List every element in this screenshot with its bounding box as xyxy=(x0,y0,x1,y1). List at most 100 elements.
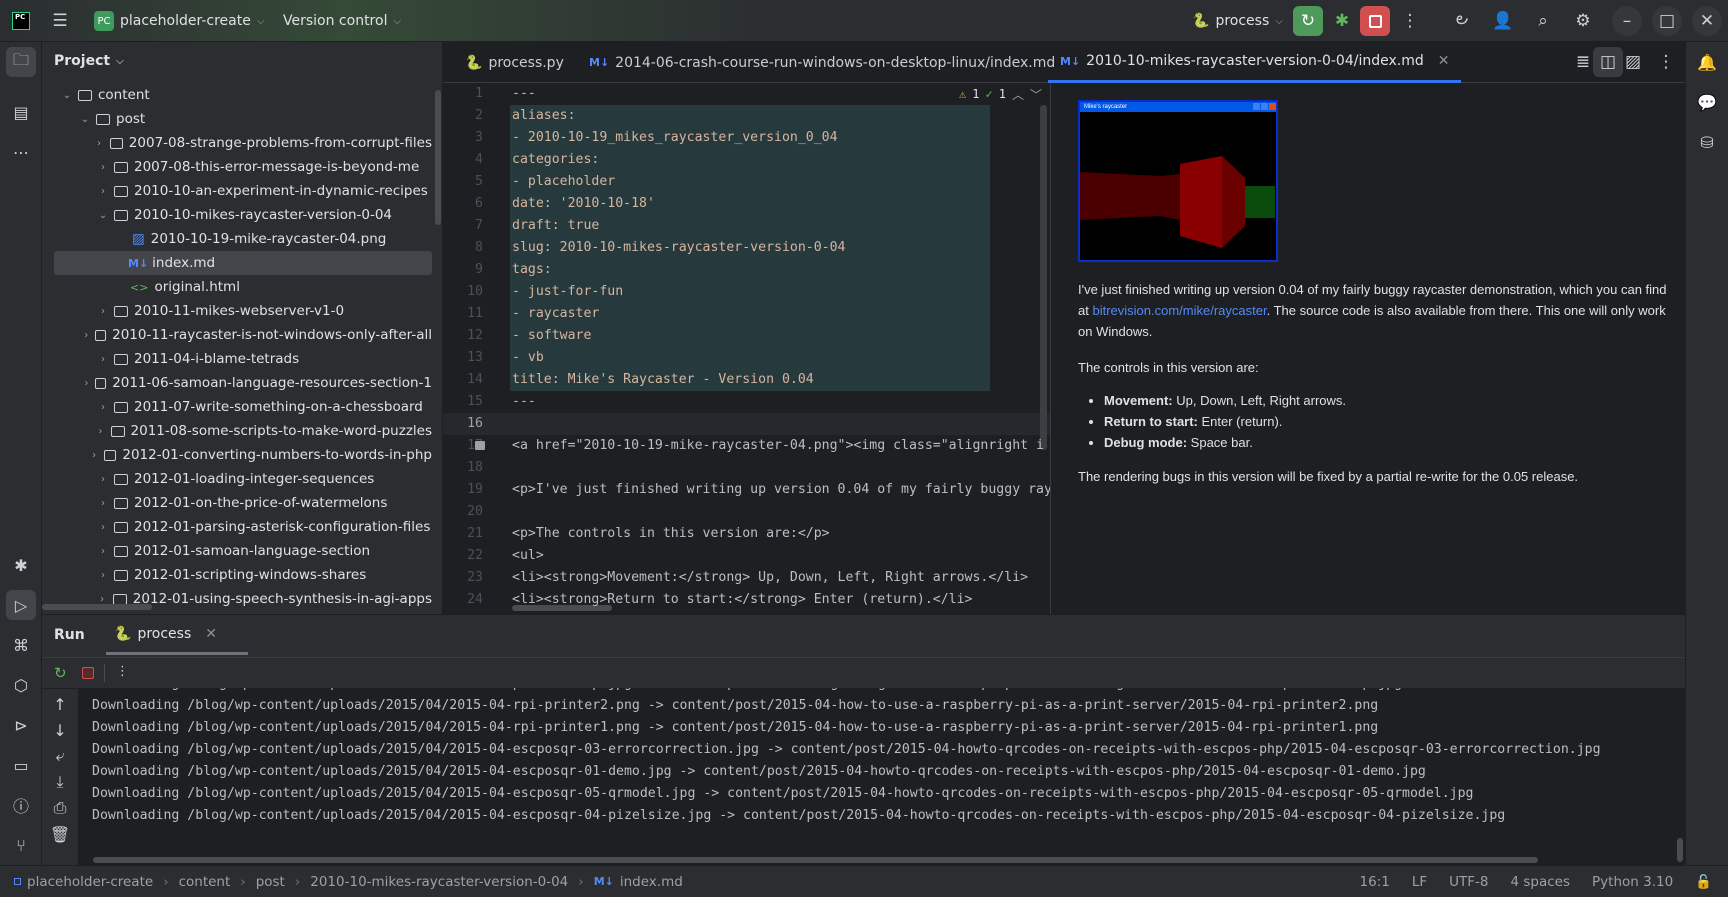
indent-setting[interactable]: 4 spaces xyxy=(1511,874,1571,890)
run-config-selector[interactable]: 🐍 process ⌵ xyxy=(1192,0,1283,42)
chevron-down-icon[interactable]: ⌄ xyxy=(60,90,74,101)
tree-vertical-scrollbar[interactable] xyxy=(435,90,441,225)
preview-only-icon[interactable]: ▨ xyxy=(1618,47,1648,77)
debug-tool-icon[interactable]: ✱ xyxy=(6,550,36,580)
previous-highlight-icon[interactable]: ︿ xyxy=(1012,86,1024,103)
maximize-button[interactable]: □ xyxy=(1652,6,1682,36)
run-tab-process[interactable]: 🐍 process ✕ xyxy=(106,615,248,655)
close-window-button[interactable]: ✕ xyxy=(1692,6,1722,36)
chevron-right-icon[interactable]: › xyxy=(96,498,110,509)
lock-icon[interactable]: 🔓 xyxy=(1695,874,1712,890)
database-icon[interactable]: ⛁ xyxy=(1692,127,1722,157)
python-console-icon[interactable]: ⌘ xyxy=(6,630,36,660)
breadcrumb-item[interactable]: post xyxy=(256,874,285,890)
notifications-icon[interactable]: 🔔 xyxy=(1692,47,1722,77)
tree-item[interactable]: › 2011-08-some-scripts-to-make-word-puzzl… xyxy=(42,419,432,443)
services-icon[interactable]: ⊳ xyxy=(6,710,36,740)
inspection-widget[interactable]: ⚠ 1 ✓ 1 ︿ ﹀ xyxy=(953,83,1048,105)
tree-item[interactable]: ⌄ 2010-10-mikes-raycaster-version-0-04 xyxy=(42,203,432,227)
tree-item[interactable]: › 2011-04-i-blame-tetrads xyxy=(42,347,432,371)
file-encoding[interactable]: UTF-8 xyxy=(1449,874,1488,890)
chevron-right-icon[interactable]: › xyxy=(96,546,110,557)
chevron-right-icon[interactable]: › xyxy=(92,138,105,149)
chevron-down-icon[interactable]: ⌄ xyxy=(96,210,110,221)
line-separator[interactable]: LF xyxy=(1412,874,1427,890)
console-output[interactable]: Downloading /blog/wp-content/uploads/201… xyxy=(78,688,1685,865)
chevron-right-icon[interactable]: › xyxy=(96,522,110,533)
project-folder-icon[interactable]: 🗀 xyxy=(6,47,36,77)
problems-icon[interactable]: ⓘ xyxy=(6,790,36,820)
chevron-right-icon[interactable]: › xyxy=(96,306,110,317)
settings-icon[interactable]: ⚙ xyxy=(1568,6,1598,36)
rerun-button[interactable]: ↻ xyxy=(1293,6,1323,36)
git-icon[interactable]: ⑂ xyxy=(6,830,36,860)
project-panel-header[interactable]: Project ⌵ xyxy=(54,42,124,80)
tree-item[interactable]: › 2011-06-samoan-language-resources-secti… xyxy=(42,371,432,395)
tree-item[interactable]: › 2007-08-this-error-message-is-beyond-me xyxy=(42,155,432,179)
tab-crash-course-index-md[interactable]: M↓ 2014-06-crash-course-run-windows-on-de… xyxy=(577,42,1067,83)
chevron-right-icon[interactable]: › xyxy=(88,450,100,461)
version-control-menu[interactable]: Version control ⌵ xyxy=(283,0,401,42)
more-options-icon[interactable]: ⋮ xyxy=(116,664,129,679)
add-user-icon[interactable]: 👤 xyxy=(1488,6,1518,36)
raycaster-link[interactable]: bitrevision.com/mike/raycaster xyxy=(1092,303,1266,318)
raycaster-screenshot[interactable]: Mike's raycaster xyxy=(1078,100,1278,262)
caret-position[interactable]: 16:1 xyxy=(1360,874,1390,890)
terminal-icon[interactable]: ▭ xyxy=(6,750,36,780)
editor-vertical-scrollbar[interactable] xyxy=(1040,105,1047,450)
ai-chat-icon[interactable]: 💬 xyxy=(1692,87,1722,117)
stop-button[interactable] xyxy=(1360,6,1390,36)
console-horizontal-scrollbar[interactable] xyxy=(93,857,1538,863)
tree-item[interactable]: <> original.html xyxy=(42,275,432,299)
chevron-right-icon[interactable]: › xyxy=(95,594,109,605)
tab-raycaster-index-md[interactable]: M↓ 2010-10-mikes-raycaster-version-0-04/i… xyxy=(1048,42,1462,83)
more-tools-icon[interactable]: ⋯ xyxy=(6,137,36,167)
chevron-right-icon[interactable]: › xyxy=(96,474,110,485)
breadcrumb-item[interactable]: placeholder-create xyxy=(27,874,153,890)
breadcrumb-item[interactable]: 2010-10-mikes-raycaster-version-0-04 xyxy=(310,874,568,890)
main-menu-icon[interactable]: ☰ xyxy=(45,6,75,36)
tree-item[interactable]: › 2007-08-strange-problems-from-corrupt-f… xyxy=(42,131,432,155)
breadcrumb-item[interactable]: content xyxy=(179,874,231,890)
close-tab-icon[interactable]: ✕ xyxy=(205,626,217,642)
project-selector[interactable]: PC placeholder-create ⌵ xyxy=(94,0,264,42)
tab-options-icon[interactable]: ⋮ xyxy=(1651,47,1681,77)
tree-item[interactable]: › 2010-11-raycaster-is-not-windows-only-a… xyxy=(42,323,432,347)
chevron-down-icon[interactable]: ⌄ xyxy=(78,114,92,125)
next-highlight-icon[interactable]: ﹀ xyxy=(1030,86,1042,103)
more-actions-icon[interactable]: ⋮ xyxy=(1395,6,1425,36)
chevron-right-icon[interactable]: › xyxy=(96,162,110,173)
tree-item[interactable]: › 2012-01-scripting-windows-shares xyxy=(42,563,432,587)
structure-icon[interactable]: ▤ xyxy=(6,97,36,127)
tree-horizontal-scrollbar[interactable] xyxy=(42,604,152,610)
chevron-right-icon[interactable]: › xyxy=(94,426,107,437)
tree-item[interactable]: ⌄ content xyxy=(42,83,432,107)
close-tab-icon[interactable]: ✕ xyxy=(1438,53,1450,69)
chevron-right-icon[interactable]: › xyxy=(96,570,110,581)
chevron-right-icon[interactable]: › xyxy=(81,330,91,341)
search-icon[interactable]: ⌕ xyxy=(1528,6,1558,36)
python-interpreter[interactable]: Python 3.10 xyxy=(1592,874,1673,890)
tree-item[interactable]: › 2012-01-parsing-asterisk-configuration-… xyxy=(42,515,432,539)
chevron-right-icon[interactable]: › xyxy=(81,378,91,389)
tree-item[interactable]: › 2011-07-write-something-on-a-chessboard xyxy=(42,395,432,419)
tree-item[interactable]: M↓ index.md xyxy=(54,251,432,275)
python-packages-icon[interactable]: ⬡ xyxy=(6,670,36,700)
tab-process-py[interactable]: 🐍 process.py xyxy=(453,42,576,83)
run-tool-icon[interactable]: ▷ xyxy=(6,590,36,620)
breadcrumb-item[interactable]: index.md xyxy=(620,874,683,890)
tree-item[interactable]: › 2012-01-loading-integer-sequences xyxy=(42,467,432,491)
tree-item[interactable]: › 2010-11-mikes-webserver-v1-0 xyxy=(42,299,432,323)
console-vertical-scrollbar[interactable] xyxy=(1677,838,1683,862)
tree-item[interactable]: › 2012-01-on-the-price-of-watermelons xyxy=(42,491,432,515)
clear-all-icon[interactable]: 🗑 xyxy=(45,819,75,849)
minimize-button[interactable]: – xyxy=(1612,6,1642,36)
rerun-icon[interactable]: ↻ xyxy=(54,664,67,682)
debug-icon[interactable]: ✱ xyxy=(1327,6,1357,36)
chevron-right-icon[interactable]: › xyxy=(96,186,110,197)
pycharm-logo[interactable]: PC xyxy=(12,12,30,30)
stop-icon[interactable] xyxy=(82,667,94,679)
ai-assistant-icon[interactable]: ౿ xyxy=(1447,6,1477,36)
chevron-right-icon[interactable]: › xyxy=(96,402,110,413)
tree-item[interactable]: › 2012-01-converting-numbers-to-words-in-… xyxy=(42,443,432,467)
